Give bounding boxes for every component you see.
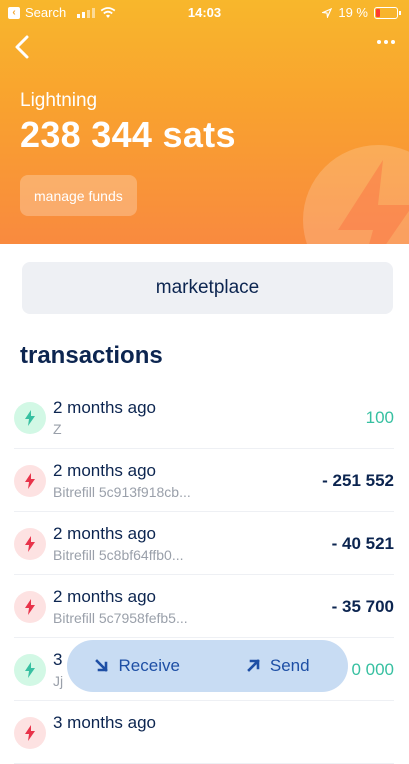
- manage-funds-button[interactable]: manage funds: [20, 175, 137, 216]
- lightning-watermark-icon: [303, 145, 409, 244]
- wallet-type-label: Lightning: [20, 90, 98, 111]
- send-label: Send: [269, 656, 310, 675]
- receive-label: Receive: [118, 656, 180, 675]
- battery-percent: 19 %: [338, 5, 368, 20]
- transaction-date: 2 months ago: [53, 587, 157, 606]
- transactions-heading: transactions: [20, 342, 163, 369]
- lightning-outgoing-icon: [14, 528, 46, 560]
- transaction-amount: 100: [365, 408, 394, 427]
- transaction-row[interactable]: 2 months ago Bitrefill 5c7958fefb5... - …: [14, 575, 394, 638]
- lightning-outgoing-icon: [14, 717, 46, 749]
- battery-tip: [399, 10, 401, 15]
- status-right: 19 %: [322, 5, 401, 20]
- arrow-up-right-icon: [247, 659, 260, 672]
- send-button[interactable]: Send: [208, 656, 349, 676]
- status-bar: ‹ Search 14:03 19 %: [0, 0, 409, 26]
- wallet-header: ‹ Search 14:03 19 % Lightning 238 344 sa…: [0, 0, 409, 244]
- battery-icon: [374, 6, 398, 19]
- arrow-down-right-icon: [94, 659, 108, 672]
- transaction-row[interactable]: 2 months ago Z 100: [14, 386, 394, 449]
- transaction-amount: - 40 521: [331, 534, 394, 553]
- transaction-date: 3 months ago: [53, 713, 157, 732]
- wallet-balance[interactable]: 238 344 sats: [20, 114, 236, 156]
- lightning-incoming-icon: [14, 654, 46, 686]
- transaction-memo: Bitrefill 5c8bf64ffb0...: [53, 547, 184, 563]
- transaction-date: 3: [53, 650, 63, 669]
- transaction-amount: 0 000: [351, 660, 394, 679]
- more-options-icon[interactable]: [377, 40, 395, 44]
- back-arrow-icon[interactable]: [10, 34, 36, 60]
- transaction-memo: Jj: [53, 673, 64, 689]
- transaction-list: 2 months ago Z 100 2 months ago Bitrefil…: [0, 386, 409, 764]
- transaction-row[interactable]: 3 months ago: [14, 701, 394, 764]
- receive-button[interactable]: Receive: [67, 656, 208, 676]
- transaction-amount: - 251 552: [322, 471, 394, 490]
- lightning-incoming-icon: [14, 402, 46, 434]
- receive-send-bar: Receive Send: [67, 640, 348, 692]
- marketplace-button[interactable]: marketplace: [22, 262, 393, 314]
- transaction-memo: Z: [53, 421, 62, 437]
- transaction-memo: Bitrefill 5c913f918cb...: [53, 484, 191, 500]
- lightning-outgoing-icon: [14, 465, 46, 497]
- transaction-date: 2 months ago: [53, 524, 157, 543]
- lightning-outgoing-icon: [14, 591, 46, 623]
- transaction-row[interactable]: 2 months ago Bitrefill 5c8bf64ffb0... - …: [14, 512, 394, 575]
- transaction-row[interactable]: 2 months ago Bitrefill 5c913f918cb... - …: [14, 449, 394, 512]
- transaction-amount: - 35 700: [331, 597, 394, 616]
- location-icon: [322, 7, 333, 18]
- transaction-date: 2 months ago: [53, 398, 157, 417]
- transaction-memo: Bitrefill 5c7958fefb5...: [53, 610, 188, 626]
- transaction-date: 2 months ago: [53, 461, 157, 480]
